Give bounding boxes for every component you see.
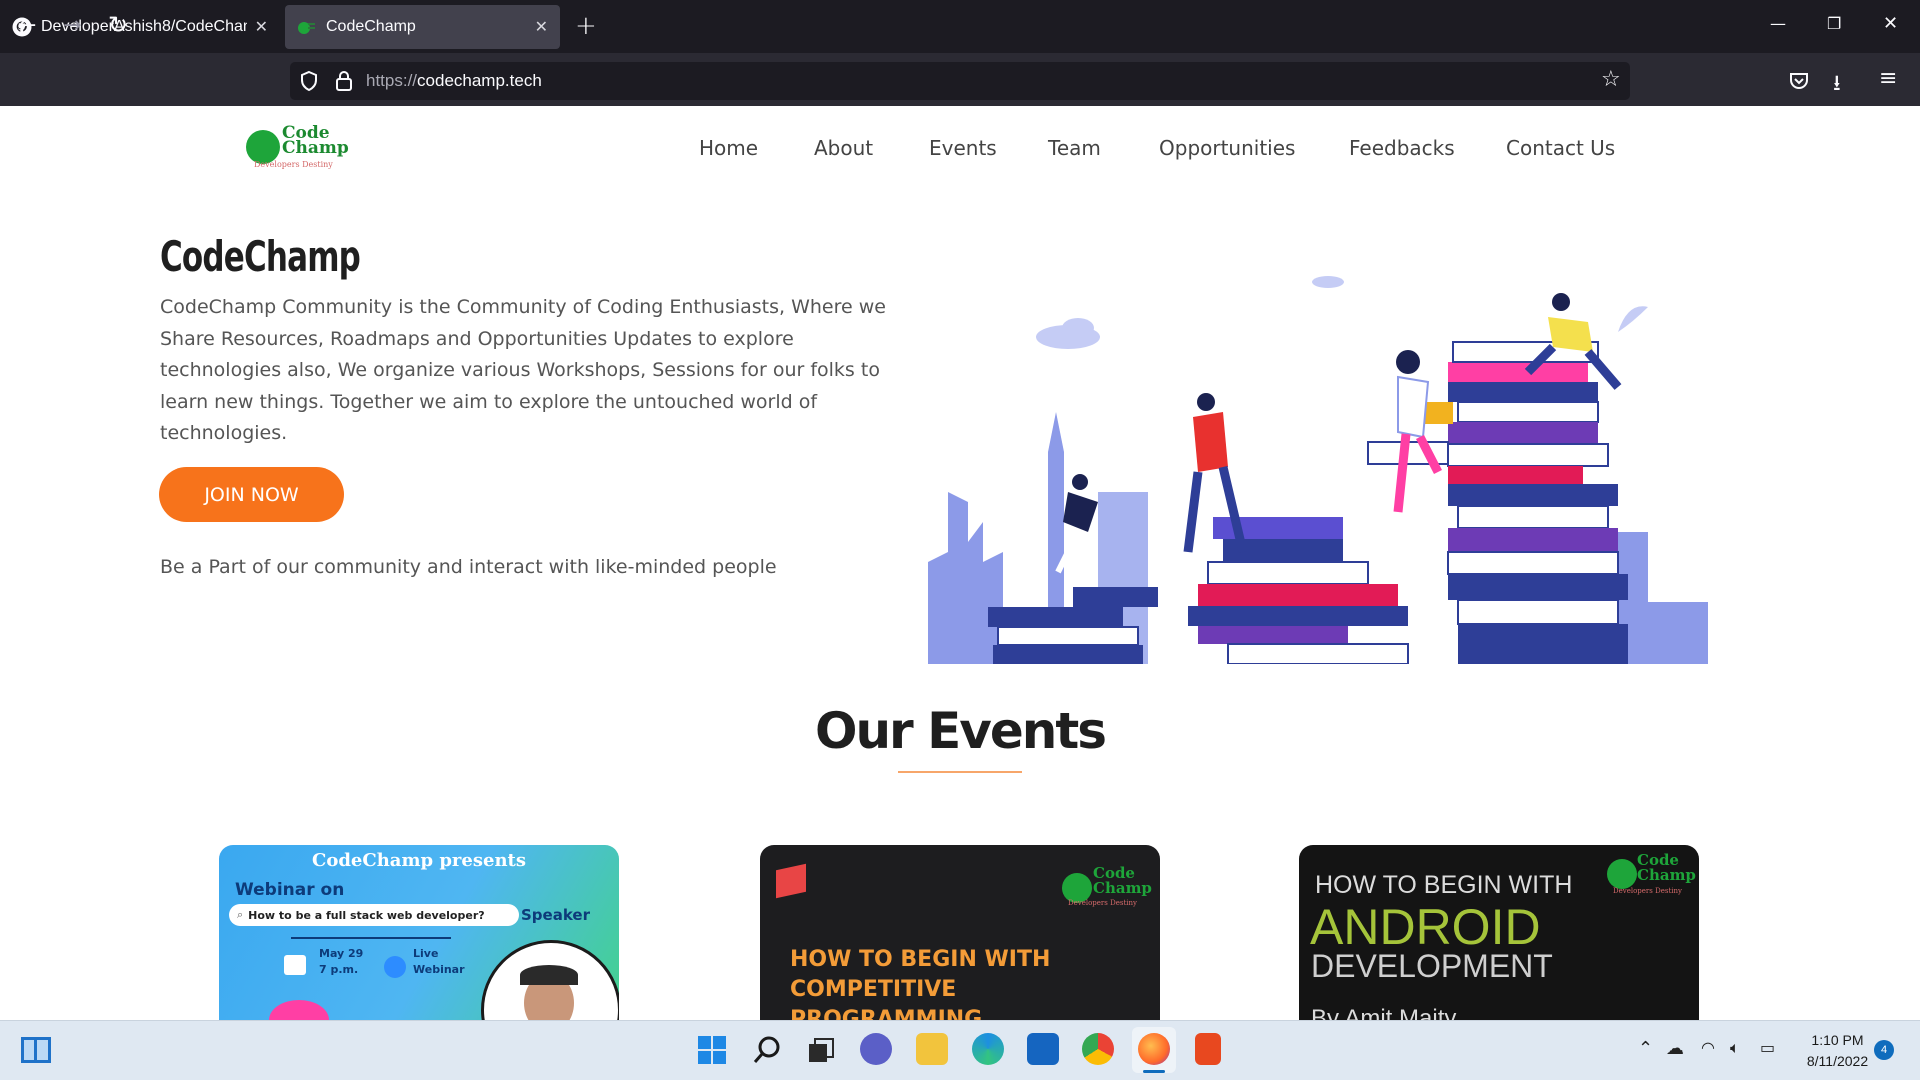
browser-tab-codechamp[interactable]: CodeChamp ✕ (285, 5, 560, 49)
tab-close-icon[interactable]: ✕ (535, 17, 548, 37)
tab-close-icon[interactable]: ✕ (255, 17, 268, 37)
restore-icon[interactable]: ❐ (1827, 14, 1841, 33)
tab-title: CodeChamp (326, 18, 416, 35)
card-title-line1: HOW TO BEGIN WITH (790, 947, 1051, 972)
event-card-competitive-programming[interactable]: Code Champ Developers Destiny HOW TO BEG… (760, 845, 1160, 1020)
card-search-box: ⌕ How to be a full stack web developer? (229, 904, 519, 926)
nav-team[interactable]: Team (1048, 136, 1101, 160)
cube-icon (776, 863, 806, 899)
card-date-line2: 7 p.m. (319, 963, 359, 976)
back-icon[interactable]: ← (18, 13, 36, 38)
speaker-avatar (481, 940, 619, 1020)
card-logo-text: Code Champ (1093, 866, 1152, 896)
notification-badge[interactable]: 4 (1874, 1040, 1894, 1060)
widgets-icon[interactable] (21, 1037, 51, 1063)
edge-icon[interactable] (972, 1033, 1004, 1065)
mail-icon[interactable] (1027, 1033, 1059, 1065)
card-logo-text: Code Champ (1637, 853, 1696, 883)
url-text[interactable]: https://codechamp.tech (366, 71, 542, 91)
nav-home[interactable]: Home (699, 136, 758, 160)
card-mode-line1: Live (413, 947, 439, 960)
card-speaker-label: Speaker (521, 906, 590, 924)
task-view-icon[interactable] (806, 1036, 836, 1066)
forward-icon[interactable]: → (63, 13, 81, 38)
events-heading-underline (898, 771, 1022, 773)
card-title: HOW TO BEGIN WITH COMPETITIVE PROGRAMMIN… (790, 945, 1050, 1020)
volume-icon[interactable]: 🔈︎ (1730, 1038, 1740, 1058)
pocket-icon[interactable] (1788, 70, 1810, 92)
events-heading: Our Events (814, 702, 1107, 760)
video-icon (384, 956, 406, 978)
lock-icon[interactable] (334, 70, 354, 92)
download-icon[interactable]: ⭳ (1833, 66, 1841, 104)
nav-feedbacks[interactable]: Feedbacks (1349, 136, 1455, 160)
card-logo-tagline: Developers Destiny (1613, 887, 1682, 895)
teams-chat-icon[interactable] (860, 1033, 892, 1065)
codechamp-favicon-icon (298, 22, 315, 34)
join-now-button[interactable]: JOIN NOW (159, 467, 344, 522)
windows-start-icon[interactable] (697, 1035, 727, 1065)
nav-about[interactable]: About (814, 136, 873, 160)
taskbar-clock[interactable]: 1:10 PM 8/11/2022 (1790, 1030, 1885, 1072)
card-search-text: How to be a full stack web developer? (248, 908, 485, 922)
card-title-line3: PROGRAMMING (790, 1007, 983, 1020)
search-icon[interactable] (752, 1035, 782, 1065)
card-title-line2: COMPETITIVE (790, 977, 957, 1002)
active-indicator (1143, 1070, 1165, 1073)
logo-dot (246, 130, 280, 164)
logo-tagline: Developers Destiny (254, 160, 333, 169)
reload-icon[interactable]: ↻ (108, 11, 128, 39)
card-date: May 29 7 p.m. (319, 946, 363, 978)
browser-tab-github[interactable]: DeveloperAshish8/CodeChamp ✕ (0, 5, 280, 49)
card-logo-line2: Champ (1093, 879, 1152, 897)
cloud-decoration (269, 1000, 329, 1020)
menu-icon[interactable]: ≡ (1879, 66, 1897, 91)
battery-icon[interactable]: ▭ (1760, 1038, 1775, 1057)
hero-title: CodeChamp (160, 232, 361, 281)
hero-description: CodeChamp Community is the Community of … (160, 296, 886, 444)
shield-icon[interactable] (298, 70, 320, 92)
card-logo-line2: Champ (1637, 866, 1696, 884)
card-mode-line2: Webinar (413, 963, 465, 976)
card-webinar-label: Webinar on (235, 880, 345, 900)
nav-events[interactable]: Events (929, 136, 997, 160)
url-scheme: https:// (366, 71, 418, 90)
card-title-line3: DEVELOPMENT (1311, 948, 1553, 984)
office-icon[interactable] (1195, 1033, 1221, 1065)
file-explorer-icon[interactable] (916, 1033, 948, 1065)
card-mode: Live Webinar (413, 946, 465, 978)
new-tab-icon[interactable]: + (575, 11, 597, 41)
hero-illustration (928, 276, 1708, 664)
site-logo[interactable]: Code Champ Developers Destiny (246, 125, 356, 173)
onedrive-cloud-icon[interactable]: ☁ (1666, 1038, 1684, 1059)
card-divider (291, 937, 451, 939)
card-logo-tagline: Developers Destiny (1068, 899, 1137, 907)
clock-time: 1:10 PM (1811, 1032, 1864, 1048)
logo-text-line2: Champ (282, 138, 349, 158)
card-date-line1: May 29 (319, 947, 364, 960)
chrome-icon[interactable] (1082, 1033, 1114, 1065)
windows-taskbar (0, 1020, 1920, 1080)
nav-opportunities[interactable]: Opportunities (1159, 136, 1295, 160)
card-header: CodeChamp presents (312, 850, 526, 871)
hero-subtext: Be a Part of our community and interact … (160, 556, 777, 578)
minimize-icon[interactable]: — (1770, 14, 1786, 33)
firefox-icon[interactable] (1138, 1033, 1170, 1065)
bookmark-star-icon[interactable]: ☆ (1601, 67, 1621, 92)
close-window-icon[interactable]: ✕ (1883, 13, 1898, 34)
nav-contact-us[interactable]: Contact Us (1506, 136, 1615, 160)
event-card-webinar[interactable]: CodeChamp presents Webinar on ⌕ How to b… (219, 845, 619, 1020)
card-title-line1: HOW TO BEGIN WITH (1315, 871, 1573, 899)
search-icon: ⌕ (237, 908, 244, 921)
clock-date: 8/11/2022 (1806, 1053, 1869, 1069)
url-host: codechamp.tech (417, 71, 542, 90)
wifi-icon[interactable]: ◠ (1701, 1038, 1715, 1057)
card-author: By Amit Maity (1311, 1005, 1457, 1020)
chevron-up-icon[interactable]: ⌃ (1638, 1038, 1653, 1059)
card-logo-dot (1607, 859, 1637, 889)
event-card-android-development[interactable]: Code Champ Developers Destiny HOW TO BEG… (1299, 845, 1699, 1020)
calendar-icon (284, 955, 306, 975)
